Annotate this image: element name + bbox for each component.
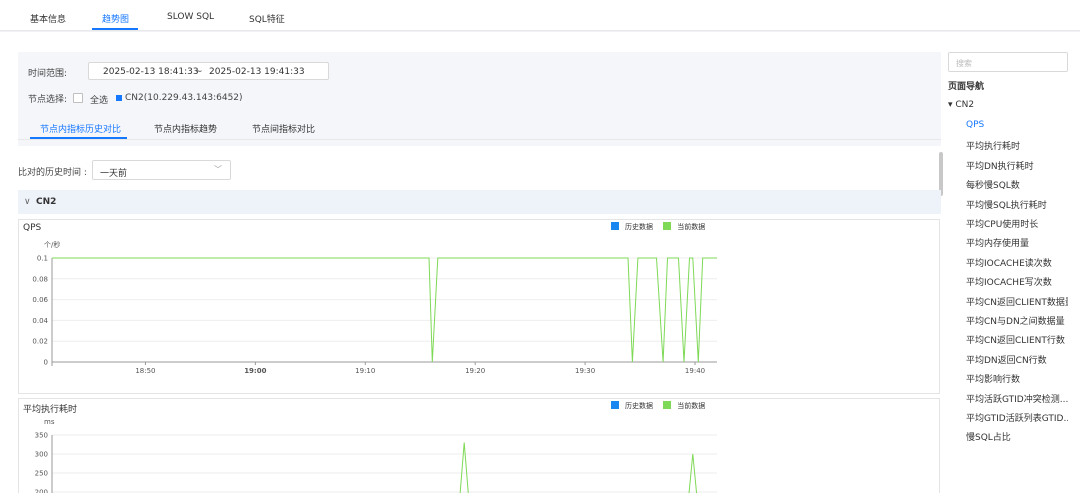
y-tick-label: 0.06	[32, 296, 48, 304]
nav-item[interactable]: 平均影响行数	[966, 372, 1020, 385]
chart-card-avg-exec-time: 平均执行耗时 历史数据 当前数据 ms 200 250 300 350	[18, 398, 940, 493]
chevron-down-icon: ﹀	[214, 165, 222, 174]
avg-exec-chart-plot: ms 200 250 300 350	[35, 418, 717, 493]
nav-item[interactable]: 平均CN返回CLIENT数据量	[966, 295, 1068, 308]
time-range-end[interactable]: 2025-02-13 19:41:33	[209, 67, 305, 77]
y-tick-label: 300	[35, 451, 48, 459]
chart-card-qps: QPS 历史数据 当前数据 个/秒 0 0.02 0.04 0.06 0.08 0.1 18:…	[18, 219, 940, 394]
y-tick-label: 250	[35, 470, 48, 478]
tab-basic-info[interactable]: 基本信息	[30, 12, 66, 25]
nav-group-cn2[interactable]: ▾ CN2	[948, 100, 974, 110]
nav-item[interactable]: 平均GTID活跃列表GTID...	[966, 411, 1068, 424]
nav-item[interactable]: 平均活跃GTID冲突检测...	[966, 392, 1068, 405]
main-content: 时间范围: 2025-02-13 18:41:33 ~ 2025-02-13 1…	[0, 32, 1080, 493]
nav-item[interactable]: 平均DN执行耗时	[966, 159, 1034, 172]
y-tick-label: 0.04	[32, 317, 48, 325]
page-nav-title: 页面导航	[948, 82, 985, 92]
nav-item[interactable]: 平均DN返回CN行数	[966, 353, 1047, 366]
node-selected-marker[interactable]	[116, 95, 122, 101]
series-line-current	[52, 257, 717, 363]
select-all-label[interactable]: 全选	[90, 93, 108, 106]
time-range-label: 时间范围:	[28, 69, 68, 79]
y-tick-label: 350	[35, 432, 48, 440]
nav-item[interactable]: 平均执行耗时	[966, 139, 1020, 152]
node-group-header-cn2[interactable]: ∨ CN2	[18, 190, 941, 214]
nav-item[interactable]: 平均CN返回CLIENT行数	[966, 333, 1065, 346]
nav-item[interactable]: 平均内存使用量	[966, 236, 1029, 249]
nav-item[interactable]: 平均IOCACHE读次数	[966, 256, 1052, 269]
x-tick-label: 19:20	[465, 367, 485, 375]
tab-trend-chart[interactable]: 趋势图	[102, 12, 129, 25]
x-tick-label: 19:00	[244, 367, 266, 375]
time-range-picker[interactable]: 2025-02-13 18:41:33 ~ 2025-02-13 19:41:3…	[88, 62, 329, 80]
x-tick-label: 19:10	[355, 367, 375, 375]
active-tab-indicator	[92, 28, 138, 30]
x-tick-label: 19:40	[685, 367, 705, 375]
collapse-chevron-icon[interactable]: ∨	[24, 197, 31, 207]
x-tick-label: 18:50	[135, 367, 155, 375]
compare-time-label: 比对的历史时间 :	[18, 168, 87, 178]
y-tick-label: 0.02	[32, 338, 48, 346]
active-subtab-indicator	[30, 137, 127, 139]
nav-item[interactable]: 平均CPU使用时长	[966, 217, 1038, 230]
y-tick-label: 200	[35, 489, 48, 493]
subtab-history-compare[interactable]: 节点内指标历史对比	[40, 122, 121, 135]
search-placeholder: 搜索	[956, 59, 972, 68]
nav-item[interactable]: QPS	[966, 120, 984, 130]
nav-item[interactable]: 每秒慢SQL数	[966, 178, 1020, 191]
y-axis-unit: ms	[44, 418, 55, 426]
time-range-separator: ~	[195, 67, 203, 77]
subtab-inter-node-compare[interactable]: 节点间指标对比	[252, 122, 315, 135]
compare-time-select[interactable]: 一天前 ﹀	[92, 160, 231, 180]
compare-time-value: 一天前	[100, 169, 128, 179]
y-tick-label: 0.08	[32, 275, 48, 283]
metric-subtab-bar: 节点内指标历史对比 节点内指标趋势 节点间指标对比	[18, 114, 941, 140]
tab-sql-feature[interactable]: SQL特征	[249, 12, 285, 25]
node-option-cn2[interactable]: CN2(10.229.43.143:6452)	[125, 93, 243, 103]
subtab-node-trend[interactable]: 节点内指标趋势	[154, 122, 217, 135]
time-range-start[interactable]: 2025-02-13 18:41:33	[103, 67, 199, 77]
top-tab-bar: 基本信息 趋势图 SLOW SQL SQL特征	[0, 0, 1080, 31]
series-line-current	[459, 442, 698, 493]
nav-item[interactable]: 慢SQL占比	[966, 430, 1011, 443]
nav-item[interactable]: 平均慢SQL执行耗时	[966, 198, 1047, 211]
node-select-label: 节点选择:	[28, 95, 68, 105]
nav-item[interactable]: 平均CN与DN之间数据量	[966, 314, 1065, 327]
y-axis-unit: 个/秒	[44, 240, 60, 249]
x-tick-label: 19:30	[575, 367, 595, 375]
qps-chart-plot: 个/秒 0 0.02 0.04 0.06 0.08 0.1 18:50 19:00 19:10 19…	[32, 240, 717, 375]
y-tick-label: 0	[44, 359, 48, 367]
select-all-checkbox[interactable]	[73, 93, 83, 103]
y-tick-label: 0.1	[37, 255, 48, 263]
nav-search-input[interactable]: 搜索	[948, 52, 1068, 72]
node-group-name: CN2	[36, 197, 57, 207]
tab-slow-sql[interactable]: SLOW SQL	[167, 12, 214, 22]
nav-item[interactable]: 平均IOCACHE写次数	[966, 275, 1052, 288]
